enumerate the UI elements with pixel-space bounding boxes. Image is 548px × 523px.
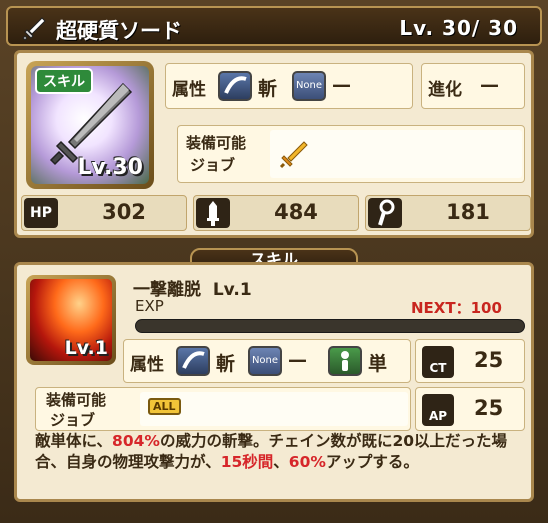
- skill-attribute-value: 斬: [216, 353, 236, 375]
- slash-icon: [218, 71, 252, 101]
- item-level: Lv. 30/ 30: [399, 16, 518, 40]
- skill-equip-line2: ジョブ: [50, 411, 96, 429]
- none-icon: None: [292, 71, 326, 101]
- equip-label-line1: 装備可能: [186, 134, 247, 152]
- skill-equip-line1: 装備可能: [46, 391, 107, 409]
- skill-panel: Lv.1 一撃離脱 Lv.1 EXP NEXT：100 属性 斬 None — …: [14, 262, 534, 502]
- skill-icon-level: Lv.1: [64, 337, 108, 359]
- ap-value: 25: [474, 396, 504, 420]
- skill-slash-icon: [176, 346, 210, 376]
- attack-stat: 484: [193, 195, 359, 231]
- magic-value: 181: [446, 200, 490, 224]
- exp-next: NEXT：100: [411, 299, 502, 317]
- attribute-cell: 属性 斬 None —: [165, 63, 413, 109]
- equip-job-cell: 装備可能 ジョブ: [177, 125, 525, 183]
- attribute-label: 属性: [172, 80, 206, 100]
- all-jobs-badge: ALL: [148, 398, 181, 415]
- skill-none-icon: None: [248, 346, 282, 376]
- evolve-label: 進化: [428, 80, 462, 100]
- item-detail-window: 超硬質ソード Lv. 30/ 30 スキル Lv.30 属性 斬 None — …: [0, 0, 548, 523]
- skill-none-value: —: [288, 349, 307, 371]
- skill-badge: スキル: [35, 68, 93, 94]
- ct-cell: CT 25: [415, 339, 525, 383]
- single-target-icon: [328, 346, 362, 376]
- skill-equip-cell: 装備可能 ジョブ ALL: [35, 387, 411, 431]
- magic-stat: 181: [365, 195, 531, 231]
- sword-icon: [22, 17, 46, 41]
- exp-label: EXP: [135, 297, 164, 315]
- sword-job-icon: [279, 141, 308, 169]
- hp-value: 302: [102, 200, 146, 224]
- ct-value: 25: [474, 348, 504, 372]
- hp-icon: HP: [24, 198, 58, 228]
- skill-portrait[interactable]: Lv.1: [26, 275, 116, 365]
- equip-label-line2: ジョブ: [190, 156, 236, 174]
- exp-bar: [135, 319, 525, 333]
- item-name: 超硬質ソード: [56, 19, 182, 43]
- evolve-cell: 進化 —: [421, 63, 525, 109]
- skill-attribute-label: 属性: [130, 355, 164, 375]
- attack-value: 484: [274, 200, 318, 224]
- attack-icon: [196, 198, 230, 228]
- skill-target-value: 単: [368, 353, 388, 375]
- ap-cell: AP 25: [415, 387, 525, 431]
- attribute-value: 斬: [258, 78, 278, 100]
- skill-description: 敵単体に、804%の威力の斬撃。チェイン数が既に20以上だった場合、自身の物理攻…: [35, 432, 508, 471]
- title-bar: 超硬質ソード Lv. 30/ 30: [6, 6, 542, 46]
- item-portrait[interactable]: スキル Lv.30: [26, 61, 154, 189]
- portrait-level: Lv.30: [77, 155, 143, 180]
- skill-equip-job-list: ALL: [140, 392, 408, 426]
- hp-stat: HP 302: [21, 195, 187, 231]
- equip-job-list: [270, 130, 522, 178]
- evolve-value: —: [480, 74, 499, 96]
- ap-icon: AP: [422, 394, 454, 426]
- item-info-panel: スキル Lv.30 属性 斬 None — 進化 — 装備可能 ジョブ HP 3…: [14, 50, 534, 238]
- staff-icon: [368, 198, 402, 228]
- skill-attribute-cell: 属性 斬 None — 単: [123, 339, 411, 383]
- none-value: —: [332, 74, 351, 96]
- ct-icon: CT: [422, 346, 454, 378]
